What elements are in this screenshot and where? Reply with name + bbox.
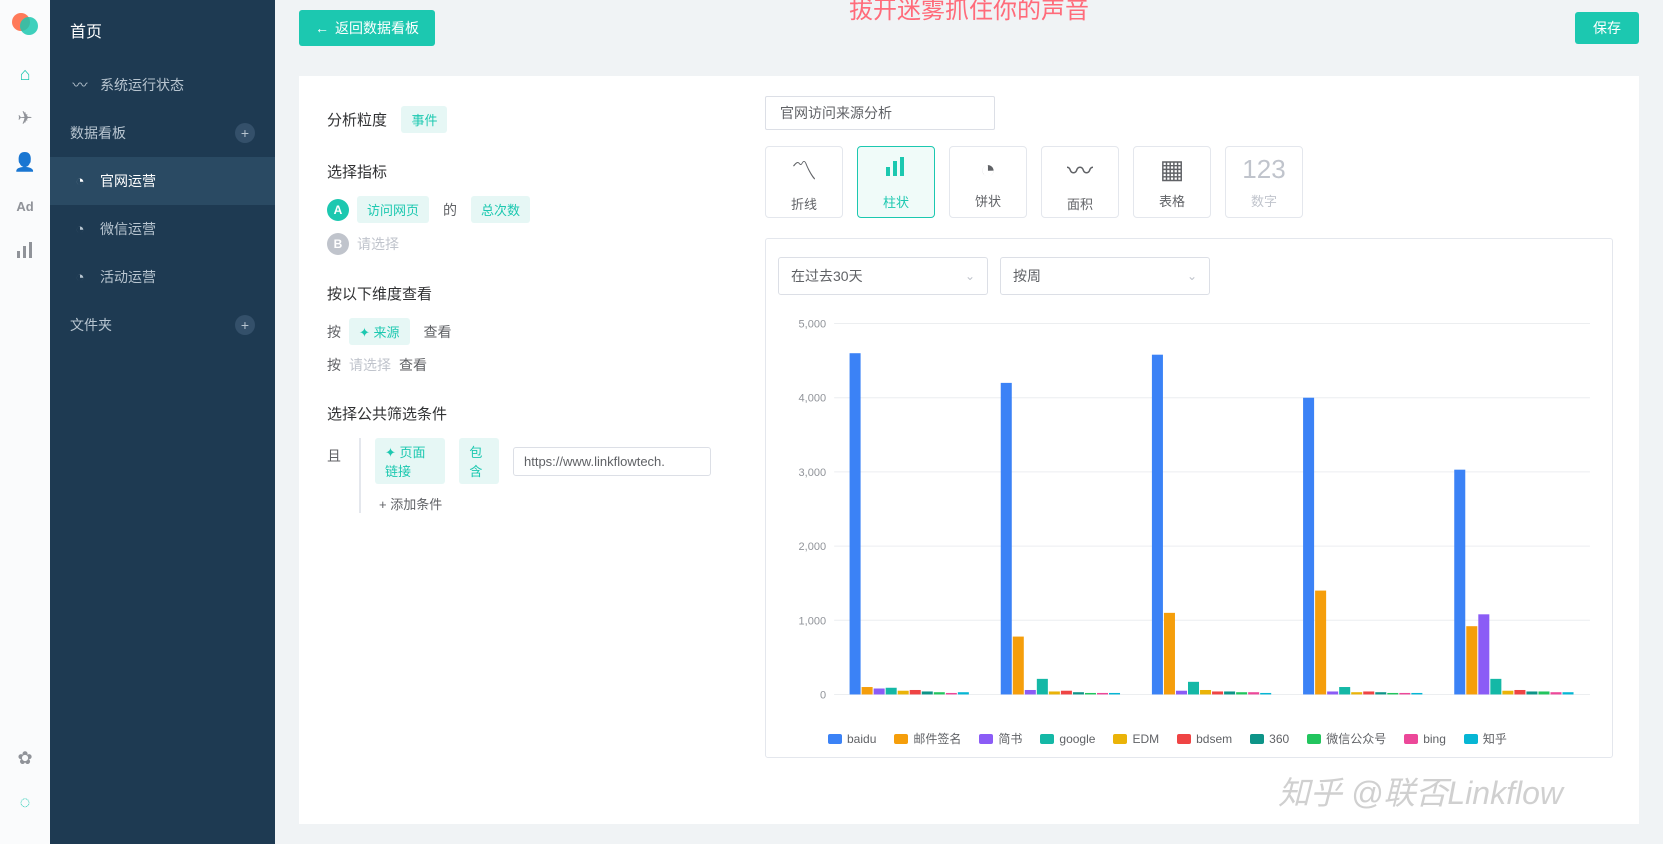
metric-a-event-tag[interactable]: 访问网页 [357, 196, 429, 223]
topbar: 拔开迷雾抓住你的声音 ← 返回数据看板 保存 [275, 0, 1663, 56]
main-content: 分析粒度 事件 选择指标 A 访问网页 的 总次数 B 请选择 按以下维度查看 … [275, 56, 1663, 844]
legend-item[interactable]: 邮件签名 [894, 730, 961, 747]
rail-ad-icon[interactable]: Ad [0, 184, 50, 228]
dimension-row-2: 按 请选择 查看 [327, 355, 711, 375]
svg-text:2,000: 2,000 [799, 541, 827, 553]
chart-area: 在过去30天 ⌄ 按周 ⌄ 0 1,000 2,000 3,000 4,000 5,000… [765, 238, 1613, 758]
metric-a-measure-tag[interactable]: 总次数 [471, 196, 530, 223]
metric-label: 选择指标 [327, 161, 711, 182]
legend-item[interactable]: 简书 [979, 730, 1022, 747]
dimension-2-placeholder[interactable]: 请选择 [349, 355, 391, 375]
svg-text:3,000: 3,000 [799, 467, 827, 479]
arrow-left-icon: ← [315, 20, 329, 36]
dimension-row-1: 按 ✦ 来源 查看 [327, 318, 711, 345]
metric-b-placeholder[interactable]: 请选择 [357, 234, 399, 254]
status-icon: 〰 [70, 74, 90, 95]
area-chart-icon: 〰 [1067, 151, 1093, 188]
icon-rail: ⌂ ✈ 👤 Ad ✿ ◌ [0, 0, 50, 844]
chart-type-selector: 〽 折线 柱状 ◔ 饼状 〰 面积 ▦ 表格 123 [765, 146, 1613, 218]
rail-analytics-icon[interactable] [0, 228, 50, 272]
number-icon: 123 [1242, 154, 1285, 185]
legend-item[interactable]: 360 [1250, 730, 1289, 747]
dimension-section: 按以下维度查看 按 ✦ 来源 查看 按 请选择 查看 [327, 283, 711, 375]
granularity-tag[interactable]: 事件 [401, 106, 447, 133]
add-condition-button[interactable]: + 添加条件 [375, 494, 711, 513]
chart-title-input[interactable] [765, 96, 995, 130]
svg-text:0: 0 [820, 689, 826, 701]
header-slogan: 拔开迷雾抓住你的声音 [849, 0, 1089, 25]
metric-row-b: B 请选择 [327, 233, 711, 255]
legend-item[interactable]: 知乎 [1464, 730, 1507, 747]
filter-value-input[interactable] [513, 447, 711, 476]
config-panel: 分析粒度 事件 选择指标 A 访问网页 的 总次数 B 请选择 按以下维度查看 … [299, 76, 739, 824]
table-icon: ▦ [1160, 154, 1185, 185]
filter-section: 选择公共筛选条件 且 ✦ 页面链接 包含 + 添加条件 [327, 403, 711, 513]
bar-chart-icon [883, 153, 909, 186]
chart-type-bar[interactable]: 柱状 [857, 146, 935, 218]
legend-item[interactable]: bdsem [1177, 730, 1232, 747]
legend-item[interactable]: 微信公众号 [1307, 730, 1386, 747]
dimension-source-tag[interactable]: ✦ 来源 [349, 318, 410, 345]
chart-type-line[interactable]: 〽 折线 [765, 146, 843, 218]
interval-select[interactable]: 按周 ⌄ [1000, 257, 1210, 295]
sidebar-title: 首页 [50, 0, 275, 60]
gauge-icon: ◔ [70, 221, 90, 238]
chart-type-pie[interactable]: ◔ 饼状 [949, 146, 1027, 218]
sidebar-group-folder[interactable]: 文件夹 + [50, 301, 275, 349]
chart-type-table[interactable]: ▦ 表格 [1133, 146, 1211, 218]
filter-field-tag[interactable]: ✦ 页面链接 [375, 438, 445, 484]
rail-send-icon[interactable]: ✈ [0, 96, 50, 140]
sidebar-group-dashboard[interactable]: 数据看板 + [50, 109, 275, 157]
metric-row-a: A 访问网页 的 总次数 [327, 196, 711, 223]
back-button[interactable]: ← 返回数据看板 [299, 10, 435, 46]
badge-b: B [327, 233, 349, 255]
app-logo [9, 8, 41, 40]
chevron-down-icon: ⌄ [965, 269, 975, 283]
gauge-icon: ◔ [70, 173, 90, 190]
svg-text:5,000: 5,000 [799, 319, 827, 331]
sidebar-item-activity[interactable]: ◔ 活动运营 [50, 253, 275, 301]
sidebar-item-wechat[interactable]: ◔ 微信运营 [50, 205, 275, 253]
sidebar-item-status[interactable]: 〰 系统运行状态 [50, 60, 275, 109]
legend-item[interactable]: bing [1404, 730, 1446, 747]
filter-label: 选择公共筛选条件 [327, 403, 711, 424]
gauge-icon: ◔ [70, 269, 90, 286]
chart-legend: baidu 邮件签名 简书 google EDM bdsem 360 微信公众号 bing 知乎 [778, 724, 1600, 749]
granularity-label: 分析粒度 [327, 112, 387, 129]
dimension-label: 按以下维度查看 [327, 283, 711, 304]
filter-row-1: ✦ 页面链接 包含 [375, 438, 711, 484]
metric-section: 选择指标 A 访问网页 的 总次数 B 请选择 [327, 161, 711, 255]
sidebar-item-website[interactable]: ◔ 官网运营 [50, 157, 275, 205]
bar-chart: 0 1,000 2,000 3,000 4,000 5,000 [778, 309, 1600, 719]
rail-user-icon[interactable]: 👤 [0, 140, 50, 184]
save-button[interactable]: 保存 [1575, 12, 1639, 44]
chart-type-area[interactable]: 〰 面积 [1041, 146, 1119, 218]
add-dashboard-icon[interactable]: + [235, 123, 255, 143]
chart-type-number[interactable]: 123 数字 [1225, 146, 1303, 218]
chart-panel: 〽 折线 柱状 ◔ 饼状 〰 面积 ▦ 表格 123 [739, 76, 1639, 824]
filter-and-label: 且 [327, 446, 341, 466]
add-folder-icon[interactable]: + [235, 315, 255, 335]
time-range-select[interactable]: 在过去30天 ⌄ [778, 257, 988, 295]
sidebar: 首页 〰 系统运行状态 数据看板 + ◔ 官网运营 ◔ 微信运营 ◔ 活动运营 … [50, 0, 275, 844]
pie-chart-icon: ◔ [980, 154, 996, 185]
svg-text:1,000: 1,000 [799, 615, 827, 627]
svg-text:4,000: 4,000 [799, 393, 827, 405]
legend-item[interactable]: baidu [828, 730, 876, 747]
badge-a: A [327, 199, 349, 221]
line-chart-icon: 〽 [791, 151, 817, 188]
chevron-down-icon: ⌄ [1187, 269, 1197, 283]
rail-chat-icon[interactable]: ◌ [0, 780, 50, 824]
granularity-section: 分析粒度 事件 [327, 106, 711, 133]
legend-item[interactable]: EDM [1113, 730, 1159, 747]
legend-item[interactable]: google [1040, 730, 1095, 747]
rail-settings-icon[interactable]: ✿ [0, 736, 50, 780]
filter-op-tag[interactable]: 包含 [459, 438, 499, 484]
rail-home-icon[interactable]: ⌂ [0, 52, 50, 96]
